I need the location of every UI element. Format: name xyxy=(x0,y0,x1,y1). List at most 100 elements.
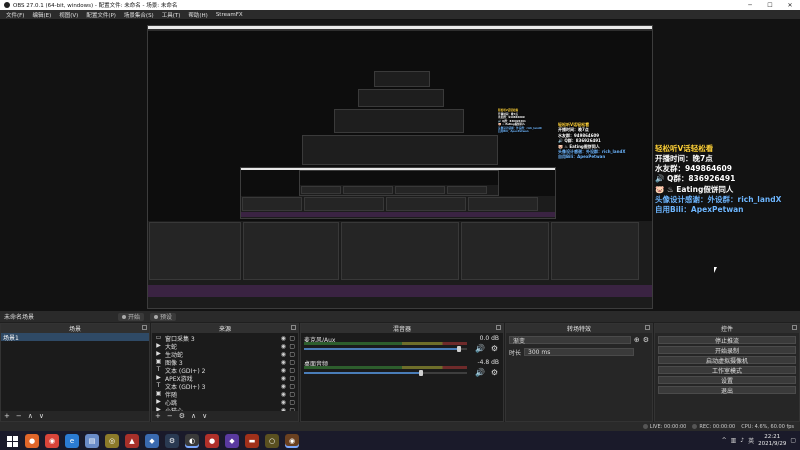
remove-scene-button[interactable]: − xyxy=(16,412,22,420)
volume-slider[interactable] xyxy=(304,370,467,376)
apex-icon[interactable]: ▲ xyxy=(125,433,139,448)
app-icon-purple[interactable]: ◆ xyxy=(225,433,239,448)
app-icon-blue[interactable]: ◆ xyxy=(145,433,159,448)
menu-profile[interactable]: 配置文件(P) xyxy=(82,11,120,19)
move-scene-up-button[interactable]: ∧ xyxy=(28,412,33,420)
move-scene-down-button[interactable]: ∨ xyxy=(39,412,44,420)
input-language[interactable]: 英 xyxy=(748,436,754,445)
eye-icon[interactable]: ◉ xyxy=(281,391,286,398)
eye-icon[interactable]: ◉ xyxy=(281,359,286,366)
slider-handle[interactable] xyxy=(419,370,424,376)
firefox-icon[interactable]: ● xyxy=(25,433,39,448)
obs-taskbar-icon-2[interactable]: ◉ xyxy=(285,433,299,448)
app-icon-yellow[interactable]: ◎ xyxy=(105,433,119,448)
source-properties-button[interactable]: ⚙ xyxy=(179,412,185,420)
lock-icon[interactable]: ▢ xyxy=(289,335,295,342)
menu-streamfx[interactable]: StreamFX xyxy=(212,12,247,18)
add-scene-button[interactable]: + xyxy=(4,412,10,420)
mixer-dock-title: 混音器 xyxy=(392,326,411,333)
title-bar: OBS 27.0.1 (64-bit, windows) - 配置文件: 未命名… xyxy=(0,0,800,10)
undock-icon[interactable] xyxy=(792,325,797,330)
edge-icon[interactable]: e xyxy=(65,433,79,448)
minimize-button[interactable]: ─ xyxy=(740,0,760,10)
transitions-dock: 转场特效 渐变 ⊕ ⚙ 时长 300 ms xyxy=(505,323,653,422)
image-source-icon: ▣ xyxy=(155,390,162,397)
close-button[interactable]: ✕ xyxy=(780,0,800,10)
exit-button[interactable]: 退出 xyxy=(658,386,796,395)
lock-icon[interactable]: ▢ xyxy=(289,383,295,390)
menu-edit[interactable]: 编辑(E) xyxy=(28,11,55,19)
obs-taskbar-icon[interactable]: ◐ xyxy=(185,433,199,448)
eye-icon[interactable]: ◉ xyxy=(281,343,286,350)
undock-icon[interactable] xyxy=(496,325,501,330)
app-icon-red[interactable]: ● xyxy=(205,433,219,448)
overlay-line-7: 自用Bili：ApexPetwan xyxy=(655,204,744,214)
chevron-up-icon[interactable]: ^ xyxy=(722,437,727,444)
volume-meter xyxy=(304,366,467,369)
stop-streaming-button[interactable]: 停止推流 xyxy=(658,336,796,345)
settings-button[interactable]: 设置 xyxy=(658,376,796,385)
speaker-icon[interactable]: 🔊 xyxy=(475,368,485,377)
undock-icon[interactable] xyxy=(142,325,147,330)
chrome-icon[interactable]: ◉ xyxy=(45,433,59,448)
scene-item[interactable]: 场景1 xyxy=(1,333,149,342)
volume-icon[interactable]: ♪ xyxy=(740,437,744,444)
move-source-up-button[interactable]: ∧ xyxy=(191,412,196,420)
lock-icon[interactable]: ▢ xyxy=(289,367,295,374)
transition-type-select[interactable]: 渐变 xyxy=(509,336,631,345)
preview-canvas[interactable]: 轻松听V话轻松看 开播时间：晚7点 水友群：949864609 🔊 Q群：836… xyxy=(0,19,800,311)
add-transition-icon[interactable]: ⊕ xyxy=(634,336,640,344)
undock-icon[interactable] xyxy=(291,325,296,330)
lock-icon[interactable]: ▢ xyxy=(289,375,295,382)
overlay-line-3: 水友群：949864609 xyxy=(655,164,732,174)
undock-icon[interactable] xyxy=(645,325,650,330)
rec-timer: REC: 00:00:00 xyxy=(699,423,736,430)
lock-icon[interactable]: ▢ xyxy=(289,399,295,406)
menu-help[interactable]: 帮助(H) xyxy=(184,11,211,19)
menu-view[interactable]: 视图(V) xyxy=(55,11,82,19)
app-icon-ring[interactable]: ○ xyxy=(265,433,279,448)
move-source-down-button[interactable]: ∨ xyxy=(202,412,207,420)
status-bar: LIVE: 00:00:00 REC: 00:00:00 CPU: 4.6%, … xyxy=(0,422,800,431)
start-virtual-camera-button[interactable]: 启动虚拟摄像机 xyxy=(658,356,796,365)
lock-icon[interactable]: ▢ xyxy=(289,391,295,398)
clock-time: 22:21 xyxy=(764,433,781,440)
eye-icon[interactable]: ◉ xyxy=(281,351,286,358)
tab-start[interactable]: 开始 xyxy=(118,312,145,321)
live-status: LIVE: 00:00:00 xyxy=(642,423,686,430)
maximize-button[interactable]: ☐ xyxy=(760,0,780,10)
app-icon-stripe[interactable]: ▬ xyxy=(245,433,259,448)
files-icon[interactable]: ▤ xyxy=(85,433,99,448)
windows-start-button[interactable] xyxy=(4,433,20,449)
slider-handle[interactable] xyxy=(456,346,461,352)
lock-icon[interactable]: ▢ xyxy=(289,351,295,358)
eye-icon[interactable]: ◉ xyxy=(281,335,286,342)
remove-source-button[interactable]: − xyxy=(167,412,173,420)
speaker-icon[interactable]: 🔊 xyxy=(475,344,485,353)
system-clock[interactable]: 22:21 2021/9/29 xyxy=(758,434,786,448)
add-source-button[interactable]: + xyxy=(155,412,161,420)
tab-preset[interactable]: 预设 xyxy=(150,312,177,321)
eye-icon[interactable]: ◉ xyxy=(281,367,286,374)
steam-icon[interactable]: ⚙ xyxy=(165,433,179,448)
gear-icon[interactable]: ⚙ xyxy=(491,368,498,377)
start-recording-button[interactable]: 开始录制 xyxy=(658,346,796,355)
menu-scene-collection[interactable]: 场景集合(S) xyxy=(120,11,158,19)
eye-icon[interactable]: ◉ xyxy=(281,383,286,390)
duration-input[interactable]: 300 ms xyxy=(524,348,634,356)
studio-mode-button[interactable]: 工作室模式 xyxy=(658,366,796,375)
eye-icon[interactable]: ◉ xyxy=(281,375,286,382)
notifications-icon[interactable]: ▢ xyxy=(790,437,796,444)
eye-icon[interactable]: ◉ xyxy=(281,399,286,406)
volume-slider[interactable] xyxy=(304,346,467,352)
menu-file[interactable]: 文件(F) xyxy=(2,11,28,19)
network-icon[interactable]: ▥ xyxy=(731,437,737,444)
menu-tools[interactable]: 工具(T) xyxy=(158,11,185,19)
gear-icon[interactable]: ⚙ xyxy=(491,344,498,353)
transition-duration-row: 时长 300 ms xyxy=(506,347,652,357)
menu-bar: 文件(F) 编辑(E) 视图(V) 配置文件(P) 场景集合(S) 工具(T) … xyxy=(0,10,800,19)
lock-icon[interactable]: ▢ xyxy=(289,343,295,350)
lock-icon[interactable]: ▢ xyxy=(289,359,295,366)
mixer-channels: 麦克风/Aux 0.0 dB 🔊 ⚙ 桌面音频 -4.8 dB 🔊 ⚙ xyxy=(301,333,503,421)
gear-icon[interactable]: ⚙ xyxy=(643,336,649,344)
